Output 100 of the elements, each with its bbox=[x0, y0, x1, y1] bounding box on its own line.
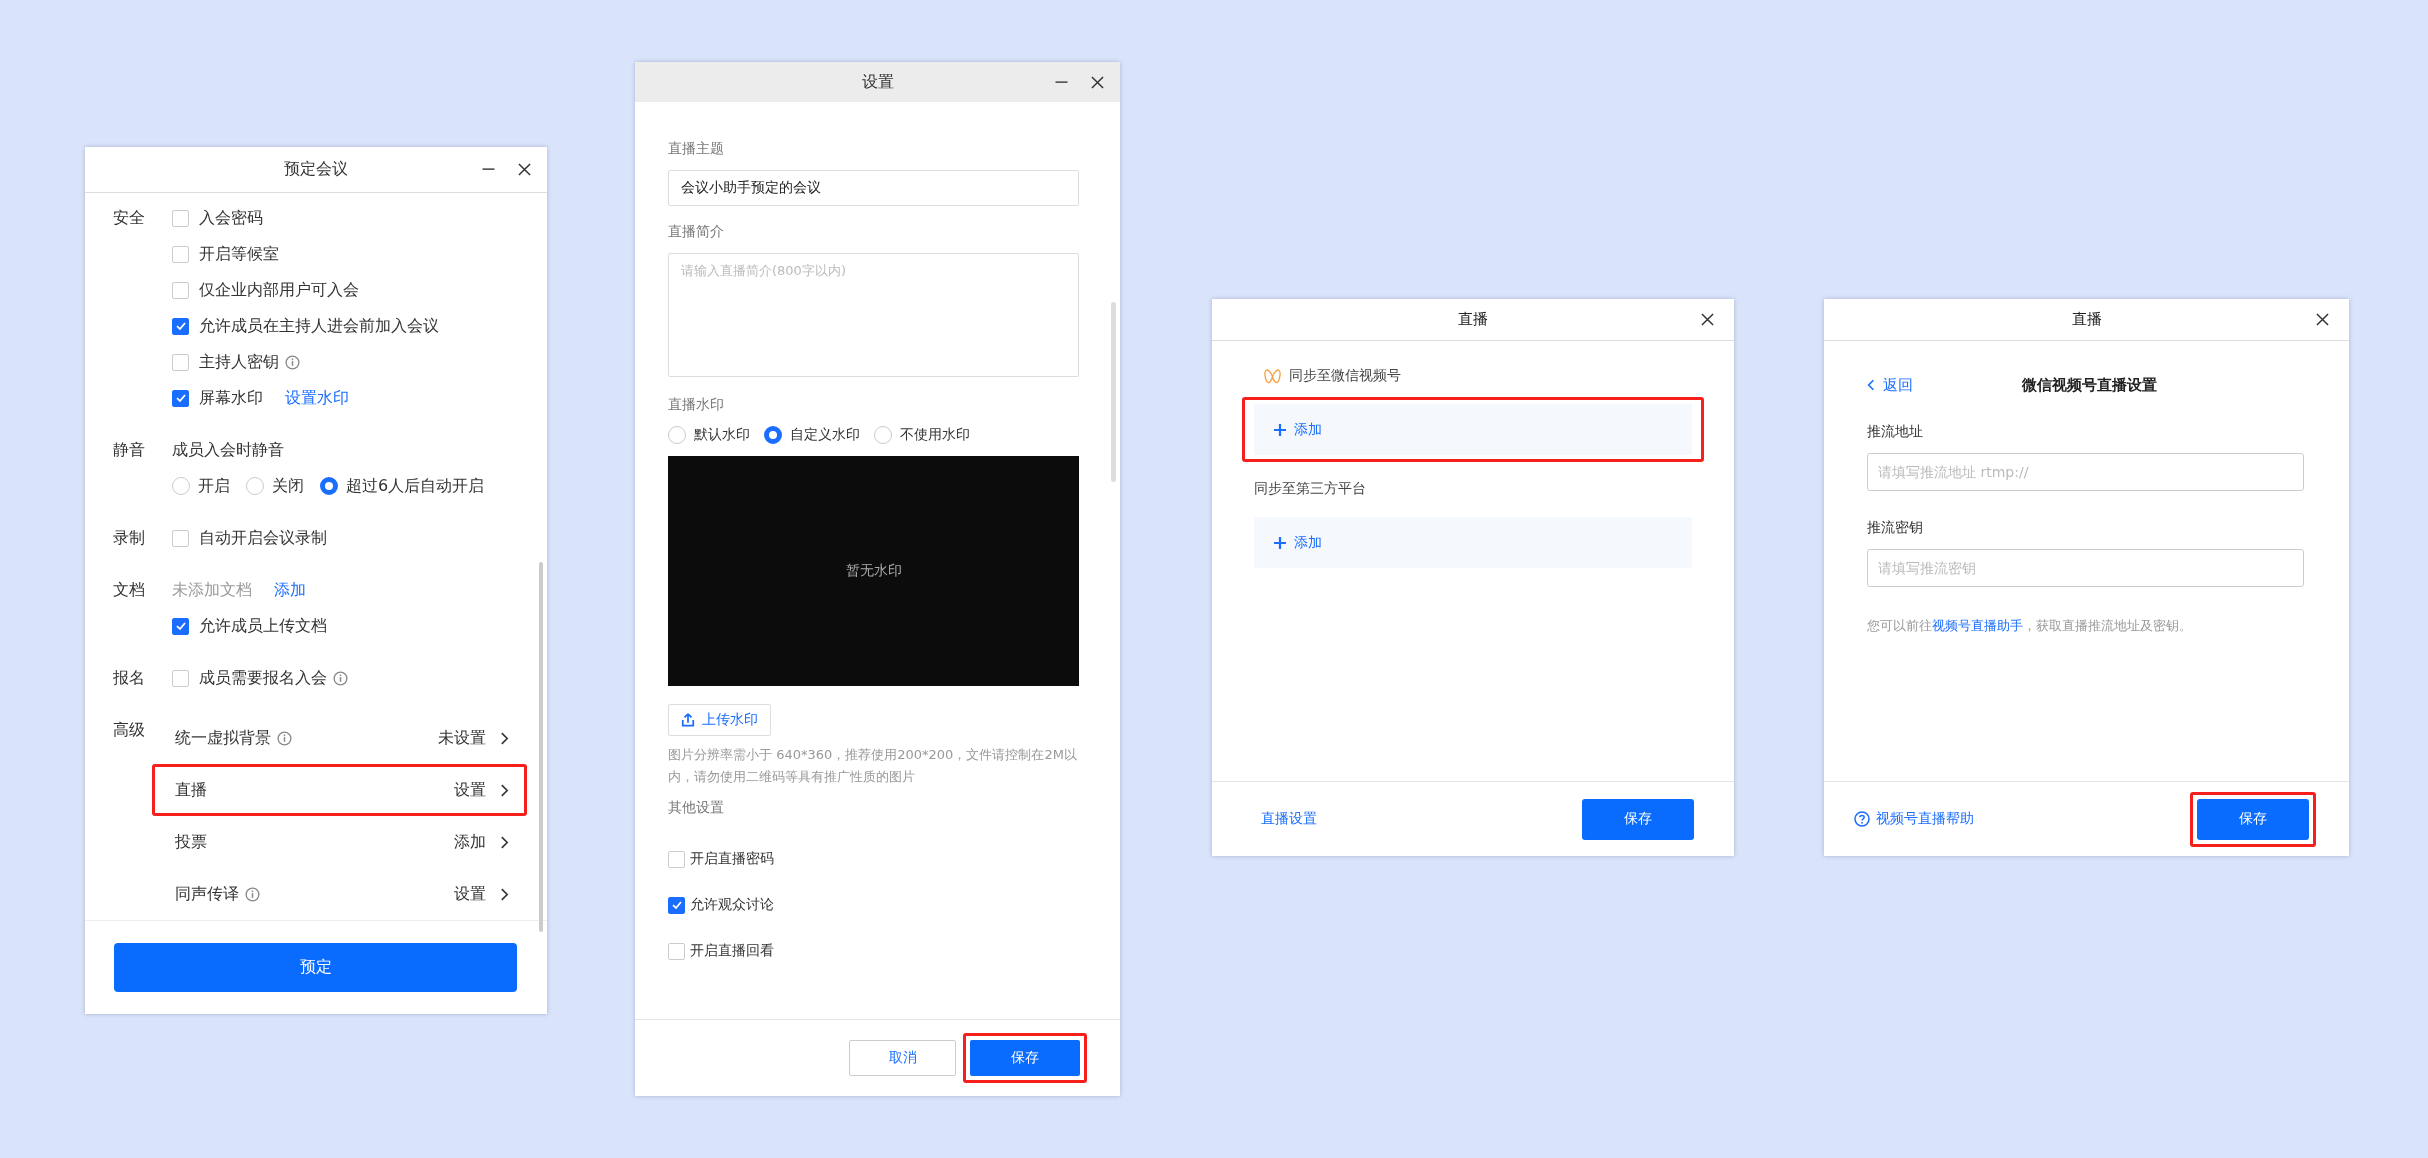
checkbox[interactable] bbox=[172, 245, 189, 263]
option-label: 不使用水印 bbox=[900, 426, 970, 444]
add-button[interactable]: 添加 bbox=[1254, 404, 1692, 455]
checkbox[interactable] bbox=[172, 209, 189, 227]
book-button[interactable]: 预定 bbox=[114, 943, 517, 992]
input-field[interactable]: 请填写推流地址 rtmp:// bbox=[1867, 453, 2304, 491]
radio-button[interactable] bbox=[320, 477, 338, 495]
add-button[interactable]: 添加 bbox=[1254, 517, 1692, 568]
chevron-right-icon bbox=[500, 886, 509, 902]
save-button[interactable]: 保存 bbox=[2197, 798, 2309, 840]
live-settings-link[interactable]: 直播设置 bbox=[1261, 810, 1317, 828]
row-value: 设置 bbox=[454, 883, 486, 905]
save-button[interactable]: 保存 bbox=[970, 1040, 1080, 1076]
row-label: 直播 bbox=[175, 779, 207, 801]
scrollbar[interactable] bbox=[539, 562, 543, 932]
window-title: 直播 bbox=[1458, 310, 1488, 329]
scrollbar[interactable] bbox=[1111, 302, 1116, 482]
close-icon[interactable] bbox=[1091, 75, 1104, 89]
chevron-right-icon bbox=[500, 730, 509, 746]
settings-row[interactable]: 投票 添加 bbox=[152, 816, 527, 868]
close-icon[interactable] bbox=[518, 163, 531, 176]
field-label: 直播水印 bbox=[668, 395, 725, 413]
option-label: 自动开启会议录制 bbox=[199, 527, 327, 549]
option-label: 允许成员在主持人进会前加入会议 bbox=[199, 315, 439, 337]
set-watermark-link[interactable]: 设置水印 bbox=[285, 387, 349, 409]
option-label: 自定义水印 bbox=[790, 426, 860, 444]
close-icon[interactable] bbox=[1701, 313, 1714, 326]
option-label: 入会密码 bbox=[199, 207, 263, 229]
cancel-button[interactable]: 取消 bbox=[849, 1040, 956, 1076]
row-label: 同声传译 bbox=[175, 883, 239, 905]
help-note: 您可以前往视频号直播助手，获取直播推流地址及密钥。 bbox=[1867, 617, 2193, 635]
checkbox[interactable] bbox=[172, 281, 189, 299]
option-label: 允许观众讨论 bbox=[690, 896, 774, 914]
option-label: 允许成员上传文档 bbox=[199, 615, 327, 637]
minimize-icon[interactable] bbox=[1054, 80, 1069, 84]
field-label: 直播主题 bbox=[668, 139, 725, 157]
row-label: 投票 bbox=[175, 831, 207, 853]
chevron-left-icon bbox=[1867, 378, 1875, 392]
radio-button[interactable] bbox=[764, 426, 782, 444]
section-label: 同步至微信视频号 bbox=[1289, 367, 1401, 385]
option-label: 开启直播密码 bbox=[690, 850, 774, 868]
section-label: 同步至第三方平台 bbox=[1254, 480, 1366, 498]
assistant-link[interactable]: 视频号直播助手 bbox=[1932, 618, 2023, 633]
preview-text: 暂无水印 bbox=[845, 562, 902, 580]
window-title: 设置 bbox=[861, 71, 894, 93]
checkbox[interactable] bbox=[668, 896, 685, 914]
radio-button[interactable] bbox=[874, 426, 892, 444]
option-label: 开启等候室 bbox=[199, 243, 279, 265]
radio-button[interactable] bbox=[246, 477, 264, 495]
checkbox[interactable] bbox=[172, 617, 189, 635]
option-label: 开启 bbox=[198, 475, 230, 497]
close-icon[interactable] bbox=[2316, 313, 2329, 326]
plus-icon bbox=[1274, 423, 1286, 436]
section-label: 录制 bbox=[113, 527, 146, 549]
checkbox[interactable] bbox=[172, 669, 189, 687]
window-title: 直播 bbox=[2071, 310, 2102, 329]
radio-button[interactable] bbox=[172, 477, 190, 495]
option-label: 屏幕水印 bbox=[199, 387, 263, 409]
topic-input[interactable]: 会议小助手预定的会议 bbox=[668, 170, 1079, 206]
status-text: 未添加文档 bbox=[172, 579, 252, 601]
row-label: 统一虚拟背景 bbox=[175, 727, 271, 749]
intro-textarea[interactable]: 请输入直播简介(800字以内) bbox=[668, 253, 1079, 377]
plus-icon bbox=[1274, 536, 1286, 549]
checkbox[interactable] bbox=[668, 850, 685, 868]
checkbox[interactable] bbox=[172, 529, 189, 547]
save-button[interactable]: 保存 bbox=[1582, 798, 1694, 840]
field-label: 推流密钥 bbox=[1867, 519, 1924, 537]
checkmark-icon bbox=[174, 620, 187, 632]
panel-heading: 微信视频号直播设置 bbox=[2022, 375, 2157, 395]
settings-row[interactable]: 直播 设置 bbox=[152, 764, 527, 816]
checkbox[interactable] bbox=[172, 353, 189, 371]
row-value: 未设置 bbox=[438, 727, 486, 749]
section-label: 高级 bbox=[113, 719, 146, 741]
help-link[interactable]: 视频号直播帮助 bbox=[1854, 810, 1974, 828]
option-label: 默认水印 bbox=[694, 426, 750, 444]
settings-row[interactable]: 统一虚拟背景 未设置 bbox=[152, 712, 527, 764]
option-label: 开启直播回看 bbox=[690, 942, 774, 960]
row-value: 设置 bbox=[454, 779, 486, 801]
add-link[interactable]: 添加 bbox=[274, 579, 306, 601]
section-label: 静音 bbox=[113, 439, 146, 461]
section-label: 文档 bbox=[113, 579, 146, 601]
settings-row[interactable]: 同声传译 设置 bbox=[152, 868, 527, 920]
radio-button[interactable] bbox=[668, 426, 686, 444]
checkbox[interactable] bbox=[668, 942, 685, 960]
section-label: 其他设置 bbox=[668, 798, 725, 816]
field-label: 推流地址 bbox=[1867, 423, 1924, 441]
back-link[interactable]: 返回 bbox=[1867, 371, 1913, 399]
option-label: 成员需要报名入会 bbox=[199, 667, 327, 689]
input-field[interactable]: 请填写推流密钥 bbox=[1867, 549, 2304, 587]
section-label: 安全 bbox=[113, 207, 146, 229]
checkbox[interactable] bbox=[172, 389, 189, 407]
checkbox[interactable] bbox=[172, 317, 189, 335]
option-label: 仅企业内部用户可入会 bbox=[199, 279, 359, 301]
help-icon bbox=[1854, 811, 1870, 827]
hint-text: 图片分辨率需小于 640*360，推荐使用200*200，文件请控制在2M以内，请勿使用二维码等具有推广性质的图片 bbox=[668, 746, 1078, 786]
minimize-icon[interactable] bbox=[481, 168, 496, 171]
upload-button[interactable]: 上传水印 bbox=[668, 704, 771, 736]
option-label: 关闭 bbox=[272, 475, 304, 497]
row-value: 添加 bbox=[454, 831, 486, 853]
checkmark-icon bbox=[174, 320, 187, 332]
